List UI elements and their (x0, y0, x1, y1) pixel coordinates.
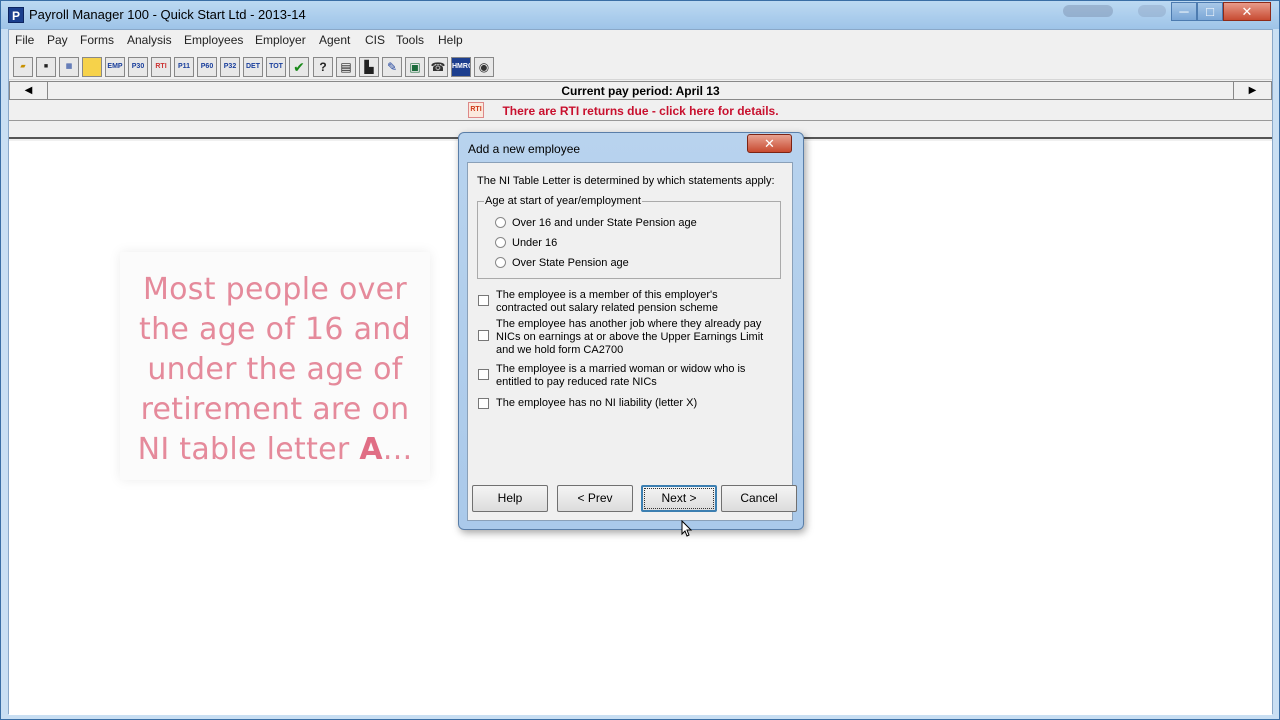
phone-icon[interactable]: ☎ (428, 57, 448, 77)
dialog-body: The NI Table Letter is determined by whi… (467, 162, 793, 521)
window-title: Payroll Manager 100 - Quick Start Ltd - … (29, 7, 306, 22)
payroll-app-icon: P (8, 7, 24, 23)
menu-pay[interactable]: Pay (47, 33, 68, 47)
checkbox-contracted-out[interactable]: The employee is a member of this employe… (478, 289, 768, 315)
radio-over-state-pension[interactable]: Over State Pension age (495, 257, 629, 269)
det-icon[interactable]: DET (243, 57, 263, 77)
radio-button[interactable] (495, 237, 506, 248)
title-bar[interactable]: P Payroll Manager 100 - Quick Start Ltd … (1, 1, 1279, 29)
factory-icon[interactable]: ▙ (359, 57, 379, 77)
checkbox-another-job[interactable]: The employee has another job where they … (478, 318, 768, 358)
radio-under-16[interactable]: Under 16 (495, 237, 557, 249)
hmrc-icon[interactable]: HMRC (451, 57, 471, 77)
rti-alert-link[interactable]: There are RTI returns due - click here f… (9, 104, 1272, 118)
checkbox[interactable] (478, 330, 489, 341)
menu-agent[interactable]: Agent (319, 33, 350, 47)
minimize-button[interactable]: ─ (1171, 2, 1197, 21)
age-groupbox: Age at start of year/employment Over 16 … (477, 195, 781, 279)
help-button[interactable]: Help (472, 485, 548, 512)
radio-button[interactable] (495, 257, 506, 268)
check-icon[interactable]: ✔ (289, 57, 309, 77)
note-icon[interactable] (82, 57, 102, 77)
wrench-icon[interactable]: ✎ (382, 57, 402, 77)
next-button[interactable]: Next > (641, 485, 717, 512)
tip-card: Most people over the age of 16 and under… (120, 252, 430, 480)
menu-employer[interactable]: Employer (255, 33, 306, 47)
tot-icon[interactable]: TOT (266, 57, 286, 77)
emp-icon[interactable]: EMP (105, 57, 125, 77)
save-icon[interactable]: ■ (36, 57, 56, 77)
calculator-icon[interactable]: ▣ (405, 57, 425, 77)
cancel-button[interactable]: Cancel (721, 485, 797, 512)
menu-bar: File Pay Forms Analysis Employees Employ… (9, 30, 1272, 50)
rti-alert-bar[interactable]: RTI There are RTI returns due - click he… (9, 100, 1272, 120)
radio-button[interactable] (495, 217, 506, 228)
close-window-button[interactable]: ✕ (1223, 2, 1271, 21)
dialog-title: Add a new employee (468, 142, 581, 156)
current-pay-period: Current pay period: April 13 (561, 84, 720, 98)
menu-analysis[interactable]: Analysis (127, 33, 172, 47)
tip-letter: A (359, 432, 383, 467)
blurred-region (1063, 5, 1113, 17)
globe-icon[interactable]: ◉ (474, 57, 494, 77)
rti-icon[interactable]: RTI (151, 57, 171, 77)
pay-period-bar: ◀ Current pay period: April 13 ▶ (9, 81, 1272, 100)
menu-file[interactable]: File (15, 33, 34, 47)
dialog-intro: The NI Table Letter is determined by whi… (477, 175, 775, 187)
checkbox-no-ni-liability[interactable]: The employee has no NI liability (letter… (478, 397, 768, 411)
menu-cis[interactable]: CIS (365, 33, 385, 47)
menu-tools[interactable]: Tools (396, 33, 424, 47)
dialog-close-button[interactable]: ✕ (747, 134, 792, 153)
checkbox[interactable] (478, 295, 489, 306)
help-circle-icon[interactable]: ? (313, 57, 333, 77)
p32-icon[interactable]: P32 (220, 57, 240, 77)
age-group-label: Age at start of year/employment (484, 195, 642, 207)
ledger-icon[interactable]: ▤ (336, 57, 356, 77)
p30-icon[interactable]: P30 (128, 57, 148, 77)
p60-icon[interactable]: P60 (197, 57, 217, 77)
open-folder-icon[interactable]: ▰ (13, 57, 33, 77)
menu-help[interactable]: Help (438, 33, 463, 47)
menu-employees[interactable]: Employees (184, 33, 243, 47)
calendar-icon[interactable]: ▦ (59, 57, 79, 77)
mouse-cursor-icon (681, 520, 693, 537)
p11-icon[interactable]: P11 (174, 57, 194, 77)
checkbox[interactable] (478, 369, 489, 380)
maximize-button[interactable]: □ (1197, 2, 1223, 21)
prev-button[interactable]: < Prev (557, 485, 633, 512)
blurred-region (1138, 5, 1166, 17)
toolbar: ▰ ■ ▦ EMP P30 RTI P11 P60 P32 DET TOT ✔ … (9, 54, 1272, 80)
radio-over-16[interactable]: Over 16 and under State Pension age (495, 217, 697, 229)
menu-forms[interactable]: Forms (80, 33, 114, 47)
checkbox[interactable] (478, 398, 489, 409)
tip-text: Most people over the age of 16 and under… (137, 272, 413, 467)
next-period-arrow-icon[interactable]: ▶ (1233, 82, 1271, 99)
checkbox-married-woman[interactable]: The employee is a married woman or widow… (478, 363, 768, 389)
add-employee-dialog: Add a new employee ✕ The NI Table Letter… (458, 132, 804, 530)
